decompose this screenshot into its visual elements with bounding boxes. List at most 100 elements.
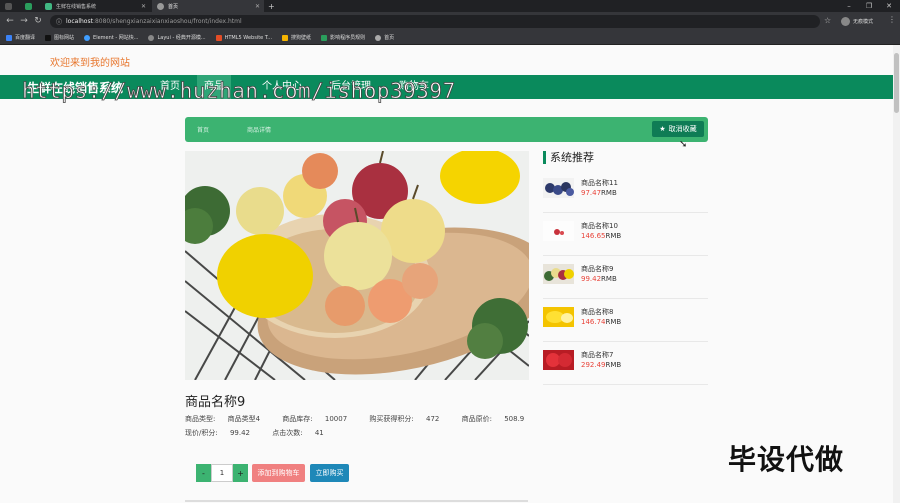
vue-icon — [45, 2, 52, 10]
browser-tab-admin[interactable]: 生鲜在线销售系统 ✕ — [40, 0, 150, 12]
recommend-thumbnail — [543, 178, 574, 198]
close-window-icon[interactable]: ✕ — [880, 0, 898, 12]
recommend-thumbnail — [543, 307, 574, 327]
overlay-caption: 毕设代做 — [728, 443, 845, 476]
recommend-item[interactable]: 商品名称10 146.65RMB — [543, 213, 708, 256]
bookmark-item[interactable]: 首页 — [375, 34, 394, 41]
recommend-title: 系统推荐 — [543, 151, 594, 164]
recommend-price: 292.49RMB — [581, 361, 622, 369]
browser-tab-pinned-1[interactable] — [0, 0, 18, 12]
stock-value: 10007 — [324, 415, 348, 423]
bookmark-item[interactable]: Element - 网站快... — [84, 34, 138, 41]
welcome-text: 欢迎来到我的网站 — [50, 58, 130, 69]
browser-tab-home[interactable]: 首页 ✕ — [152, 0, 264, 12]
bookmark-label: HTML5 Website T... — [224, 34, 273, 41]
increase-button[interactable]: + — [233, 464, 248, 482]
bookmark-label: 影响程序员规则 — [330, 35, 366, 41]
recommend-thumbnail — [543, 264, 574, 284]
forward-icon[interactable]: → — [18, 15, 30, 27]
quantity-input[interactable]: 1 — [211, 464, 233, 482]
recommend-price: 146.74RMB — [581, 318, 622, 326]
breadcrumb-current: 商品详情 — [247, 127, 272, 134]
url-host: localhost — [66, 18, 93, 25]
scrollbar[interactable] — [893, 45, 900, 503]
recommend-thumbnail — [543, 350, 574, 370]
product-info-row-1: 商品类型: 商品类型4 商品库存: 10007 购买获得积分: 472 商品原价… — [185, 414, 544, 424]
buy-now-button[interactable]: 立即购买 — [310, 464, 349, 482]
watermark-url: https://www.huzhan.com/ishop39397 — [22, 79, 456, 104]
recommend-name: 商品名称8 — [581, 308, 614, 316]
recommend-name: 商品名称9 — [581, 265, 614, 273]
star-icon: ★ — [659, 125, 666, 133]
bookmark-label: 搜狗壁纸 — [291, 35, 312, 41]
product-image — [185, 151, 529, 380]
add-to-cart-button[interactable]: 添加到购物车 — [252, 464, 305, 482]
cancel-favorite-button[interactable]: ★ 取消收藏 — [652, 121, 704, 137]
product-info-row-2: 现价/积分: 99.42 点击次数: 41 — [185, 428, 344, 438]
profile-label: 无痕模式 — [853, 19, 874, 25]
stock-label: 商品库存: — [282, 415, 313, 423]
divider — [185, 500, 528, 502]
orig-price-value: 508.9 — [504, 415, 525, 423]
bookmark-label: 百度翻译 — [15, 35, 36, 41]
browser-tab-strip: 生鲜在线销售系统 ✕ 首页 ✕ + – ❐ ✕ — [0, 0, 900, 12]
favorite-label: 取消收藏 — [668, 125, 697, 133]
maximize-icon[interactable]: ❐ — [860, 0, 878, 12]
scrollbar-thumb[interactable] — [894, 53, 899, 113]
url-path: :8080/shengxianzaixianxiaoshou/front/ind… — [92, 18, 242, 25]
incognito-icon — [841, 17, 850, 26]
page-icon — [25, 2, 32, 10]
incognito-profile[interactable]: 无痕模式 — [841, 16, 873, 27]
recommend-price: 99.42RMB — [581, 275, 617, 283]
breadcrumb-home[interactable]: 首页 — [197, 125, 209, 134]
new-tab-button[interactable]: + — [268, 0, 280, 12]
bookmark-label: Element - 网站快... — [93, 35, 139, 41]
bookmark-item[interactable]: Layui - 经典开源模... — [148, 34, 206, 41]
product-title: 商品名称9 — [185, 395, 246, 410]
minimize-icon[interactable]: – — [840, 0, 858, 12]
menu-icon[interactable]: ⋮ — [888, 15, 896, 24]
points-label: 购买获得积分: — [369, 415, 414, 423]
recommend-item[interactable]: 商品名称11 97.47RMB — [543, 170, 708, 213]
back-icon[interactable]: ← — [4, 15, 16, 27]
recommend-item[interactable]: 商品名称9 99.42RMB — [543, 256, 708, 299]
close-icon[interactable]: ✕ — [255, 3, 260, 10]
tab-label: 生鲜在线销售系统 — [56, 3, 97, 10]
bookmark-item[interactable]: 搜狗壁纸 — [282, 34, 311, 41]
decrease-button[interactable]: - — [196, 464, 211, 482]
address-bar-row: ← → ↻ ⓘ localhost:8080/shengxianzaixianx… — [0, 12, 900, 31]
bookmark-star-icon[interactable]: ☆ — [824, 16, 831, 25]
clicks-label: 点击次数: — [272, 429, 303, 437]
bookmark-label: 首页 — [384, 35, 395, 41]
bookmark-icon — [375, 34, 382, 41]
browser-tab-pinned-2[interactable] — [20, 0, 38, 12]
bookmark-item[interactable]: HTML5 Website T... — [215, 34, 273, 41]
type-value: 商品类型4 — [227, 415, 261, 423]
recommend-item[interactable]: 商品名称7 292.49RMB — [543, 342, 708, 385]
tab-label: 首页 — [168, 3, 179, 10]
bookmark-item[interactable]: 百度翻译 — [6, 34, 35, 41]
orig-price-label: 商品原价: — [461, 415, 492, 423]
bookmark-item[interactable]: 影响程序员规则 — [321, 34, 365, 41]
page-content: 欢迎来到我的网站 生鲜在线销售系统 首页 商品 个人中心 后台管理 购物车 ht… — [0, 45, 900, 503]
recommend-price: 97.47RMB — [581, 189, 617, 197]
close-icon[interactable]: ✕ — [141, 3, 146, 10]
bookmark-icon — [282, 34, 289, 41]
bookmark-label: 图标网站 — [54, 35, 75, 41]
price-label: 现价/积分: — [185, 429, 218, 437]
recommend-name: 商品名称11 — [581, 179, 618, 187]
url-field[interactable]: ⓘ localhost:8080/shengxianzaixianxiaosho… — [50, 15, 820, 28]
bookmark-icon — [215, 34, 222, 41]
points-value: 472 — [426, 415, 440, 423]
reload-icon[interactable]: ↻ — [32, 15, 44, 27]
bookmark-icon — [321, 34, 328, 41]
clicks-value: 41 — [314, 429, 324, 437]
recommend-name: 商品名称10 — [581, 222, 618, 230]
recommend-item[interactable]: 商品名称8 146.74RMB — [543, 299, 708, 342]
bookmark-icon — [45, 34, 52, 41]
type-label: 商品类型: — [185, 415, 216, 423]
breadcrumb: 首页 商品详情 ★ 取消收藏 — [185, 117, 708, 142]
recommend-price: 146.65RMB — [581, 232, 622, 240]
bookmark-item[interactable]: 图标网站 — [45, 34, 74, 41]
page-icon — [5, 2, 12, 10]
